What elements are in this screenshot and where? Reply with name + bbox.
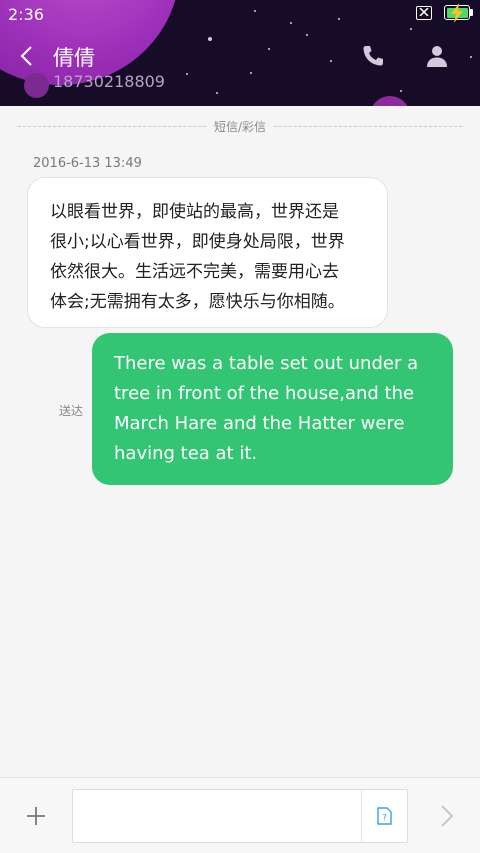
outgoing-message-bubble[interactable]: There was a table set out under a tree i…	[92, 333, 453, 485]
incoming-message-bubble[interactable]: 以眼看世界，即使站的最高，世界还是 很小;以心看世界，即使身处局限，世界 依然很…	[27, 177, 388, 328]
star	[290, 22, 292, 24]
battery-nub	[470, 9, 473, 16]
message-line: 很小;以心看世界，即使身处局限，世界	[50, 232, 345, 252]
star	[410, 28, 412, 30]
planet-small-decoration	[24, 73, 49, 98]
divider-label: 短信/彩信	[205, 120, 275, 134]
input-divider	[361, 790, 362, 842]
add-icon[interactable]	[22, 802, 50, 830]
message-line: 体会;无需拥有太多，愿快乐与你相随。	[50, 292, 345, 312]
message-type-divider: 短信/彩信	[18, 118, 462, 136]
sim-select-icon[interactable]: ?	[375, 806, 393, 826]
star	[470, 56, 472, 58]
message-input[interactable]	[81, 790, 361, 842]
star	[400, 90, 402, 92]
message-line: There was a table set out under a	[114, 353, 419, 374]
star	[250, 72, 252, 74]
phone-icon[interactable]	[360, 43, 386, 69]
message-line: 依然很大。生活远不完美，需要用心去	[50, 262, 339, 282]
composer-bar: ?	[0, 777, 480, 853]
person-icon[interactable]	[424, 43, 450, 69]
star	[216, 92, 218, 94]
send-icon[interactable]	[432, 802, 460, 830]
star	[208, 37, 212, 41]
delivery-status: 送达	[59, 404, 84, 418]
star	[186, 73, 188, 75]
charging-bolt-icon	[451, 3, 463, 23]
contact-name: 倩倩	[53, 46, 95, 70]
star	[330, 60, 332, 62]
star	[254, 10, 256, 12]
sim-card-icon	[416, 6, 432, 20]
message-input-box: ?	[72, 789, 408, 843]
message-timestamp: 2016-6-13 13:49	[33, 156, 142, 171]
message-line: March Hare and the Hatter were	[114, 413, 405, 434]
svg-text:?: ?	[382, 814, 387, 824]
star	[306, 34, 308, 36]
status-time: 2:36	[8, 5, 44, 24]
contact-number: 18730218809	[53, 72, 165, 91]
message-line: having tea at it.	[114, 443, 258, 464]
back-icon[interactable]	[14, 42, 42, 70]
chat-header: 2:36 倩倩 18730218809	[0, 0, 480, 106]
message-line: tree in front of the house,and the	[114, 383, 415, 404]
message-line: 以眼看世界，即使站的最高，世界还是	[50, 202, 339, 222]
star	[268, 48, 270, 50]
planet-edge-decoration	[370, 96, 410, 106]
star	[338, 18, 340, 20]
